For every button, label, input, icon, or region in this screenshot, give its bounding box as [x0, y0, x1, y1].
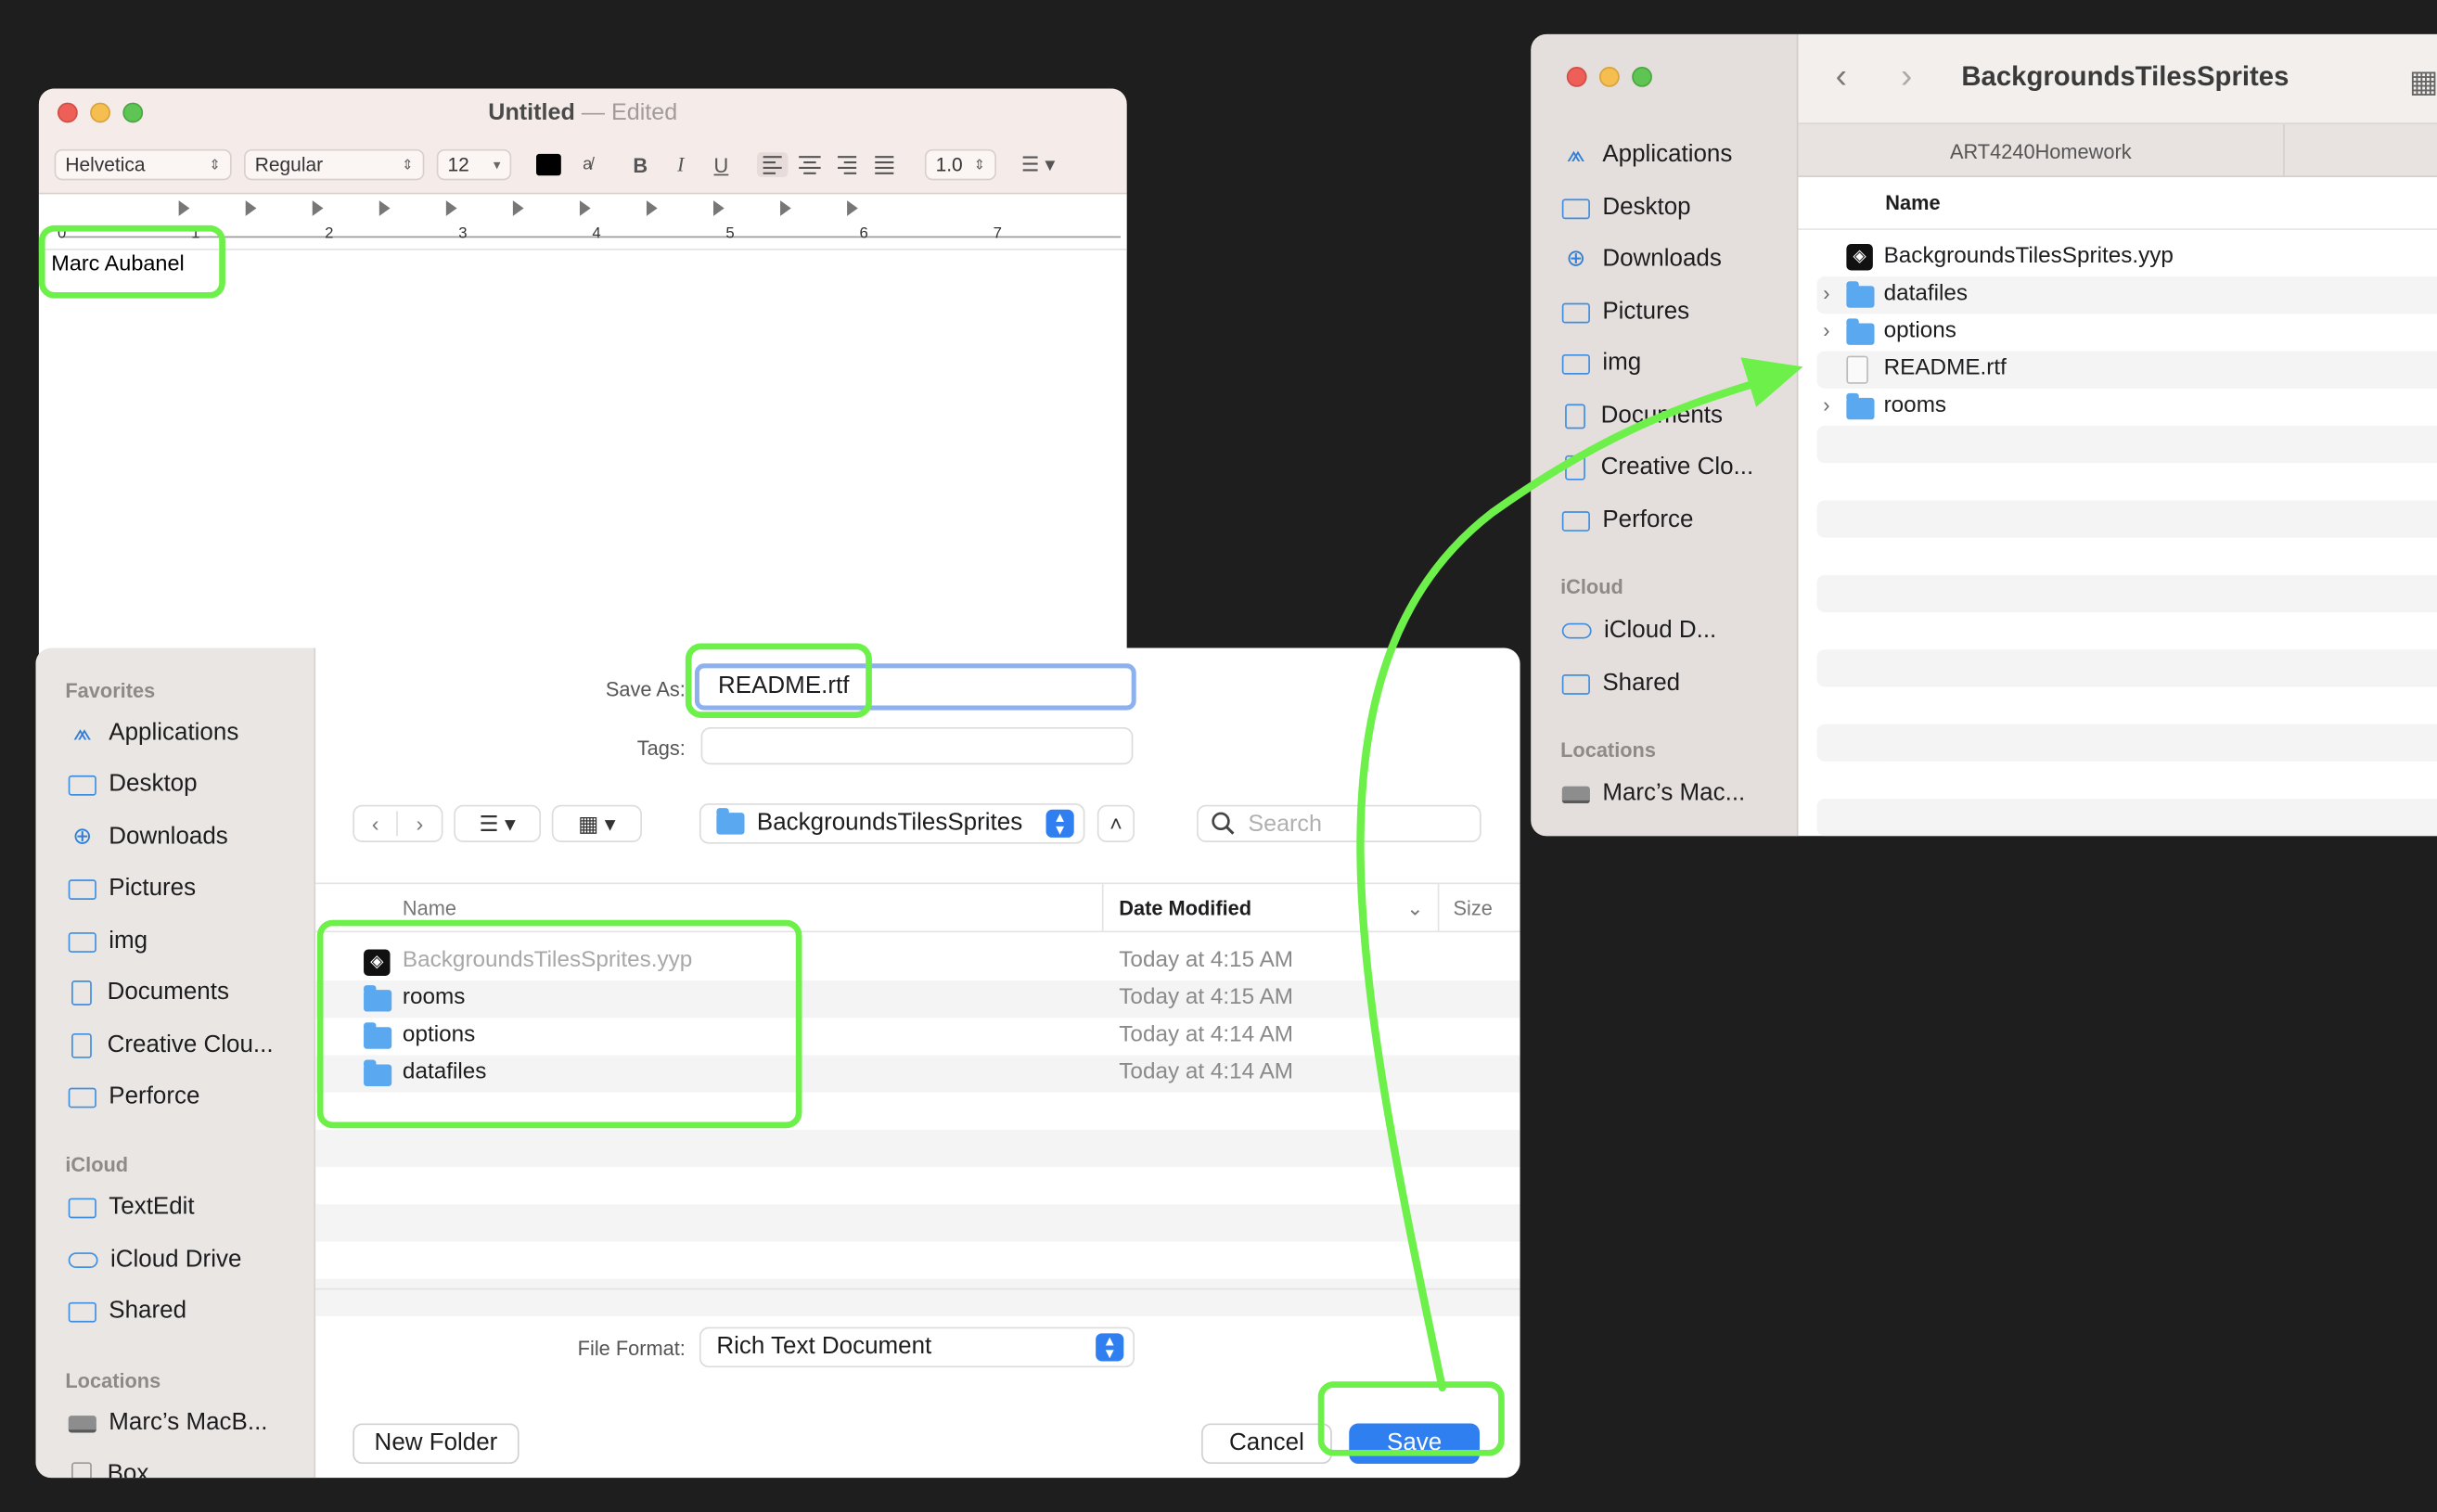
- arrow-head: [1740, 357, 1803, 407]
- arrow-curve: [1356, 381, 1753, 1392]
- annotation-arrow: [1356, 357, 1803, 1392]
